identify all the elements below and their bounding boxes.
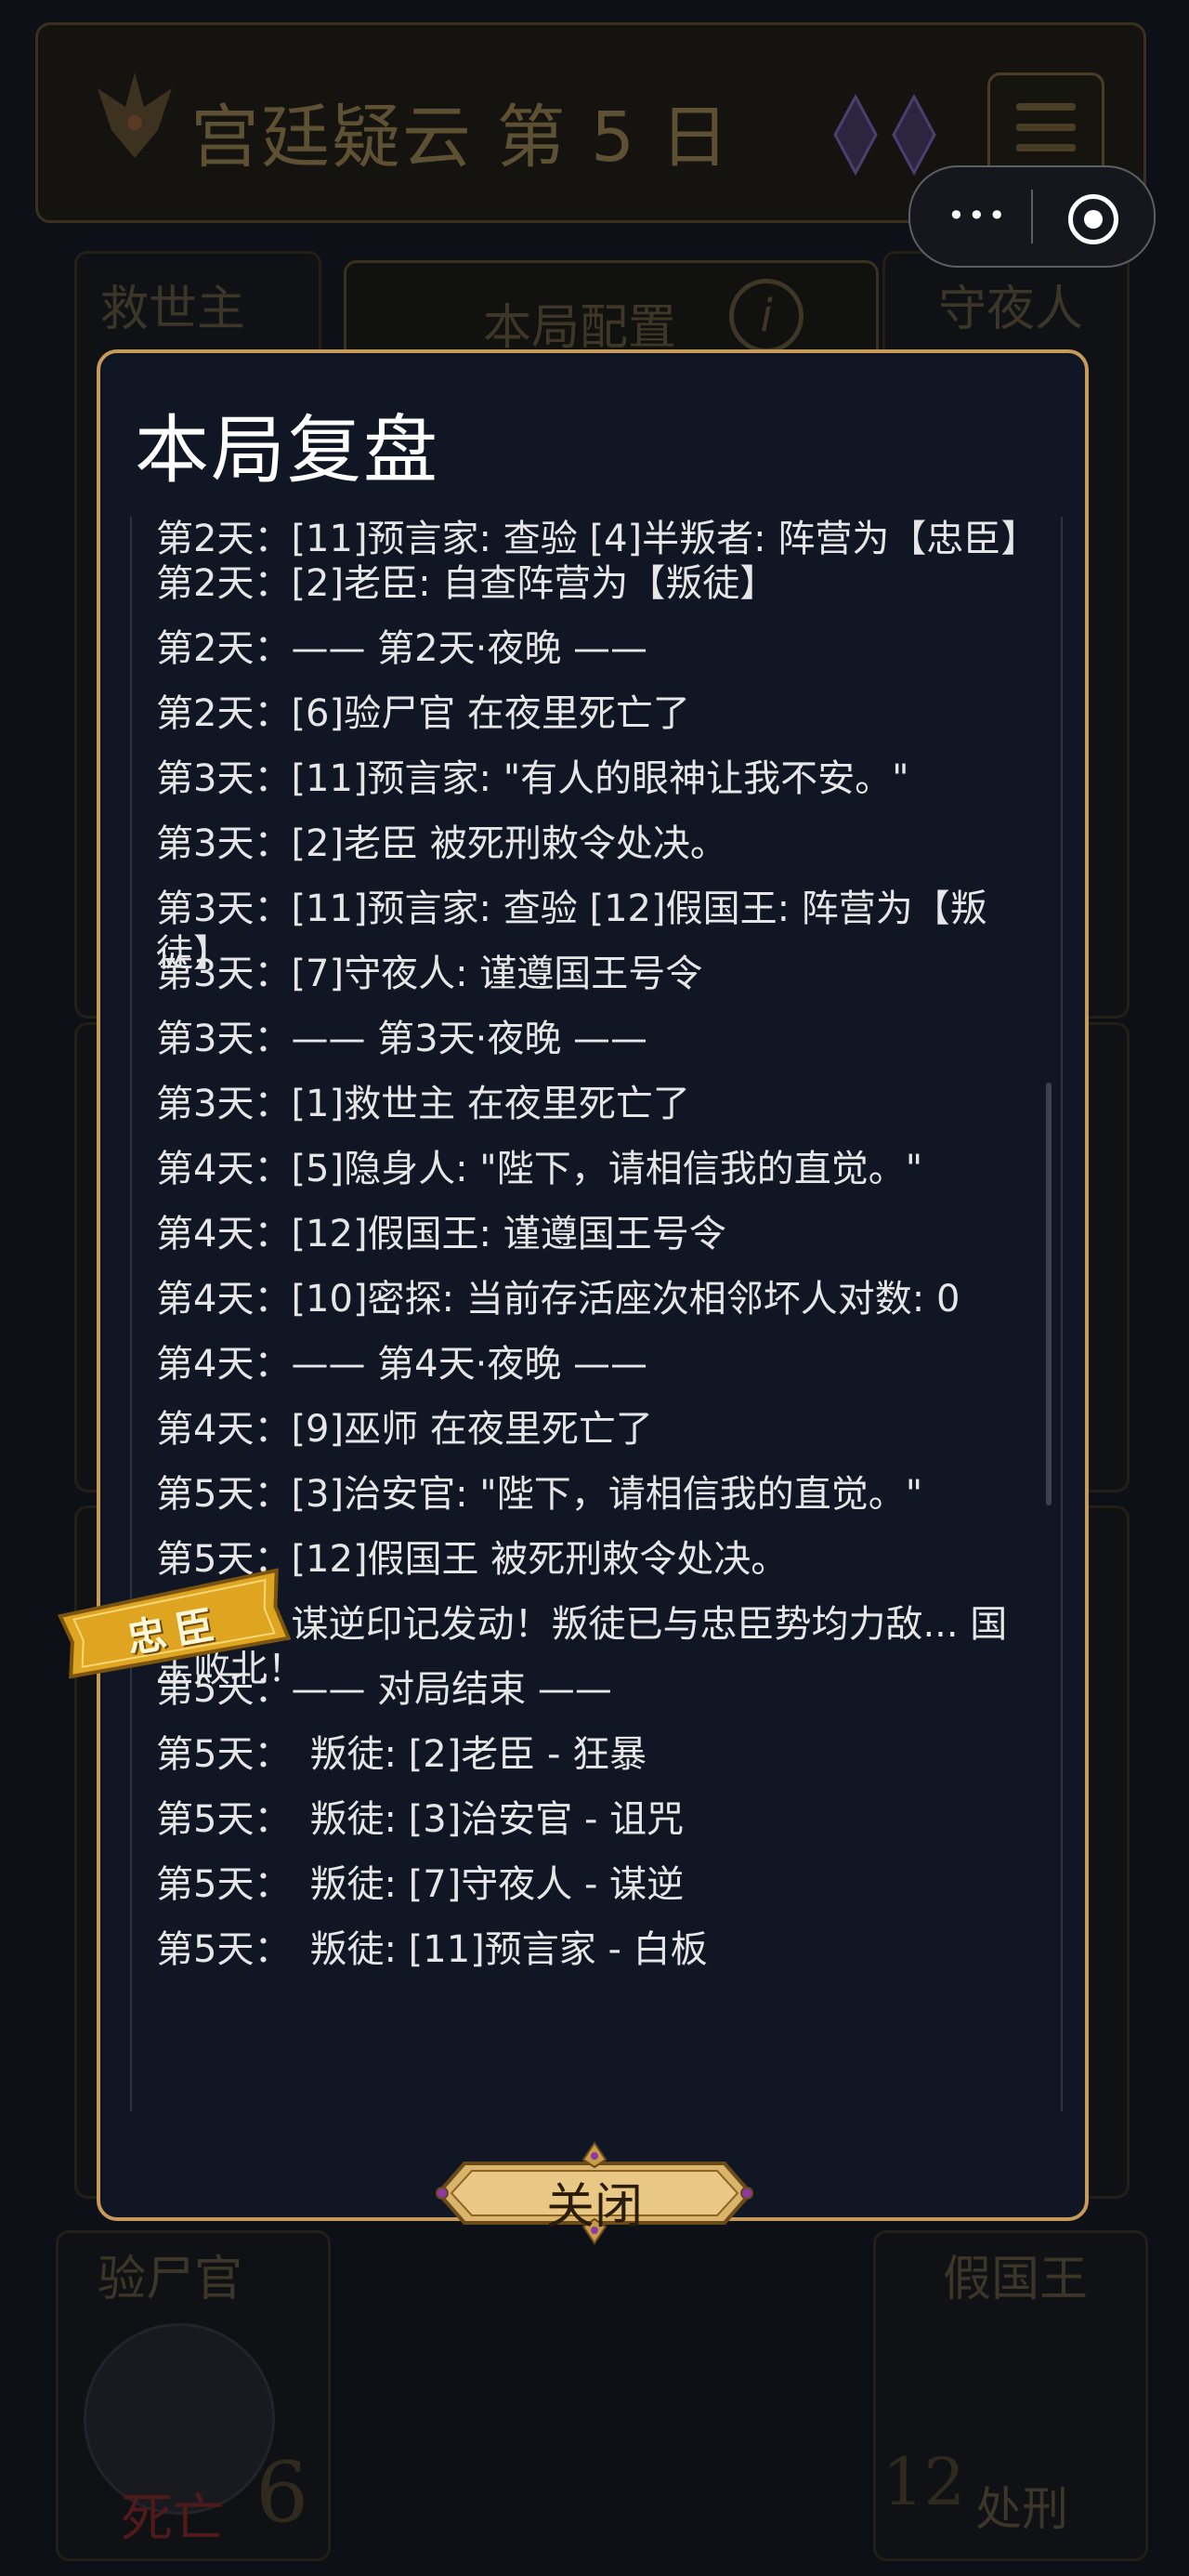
seat-label: 验尸官 [98, 2252, 243, 2307]
log-entry: 第2天：—— 第2天·夜晚 —— [156, 627, 648, 670]
trident-crest-icon [98, 72, 172, 158]
modal-title: 本局复盘 [135, 407, 439, 493]
config-label: 本局配置 [483, 300, 677, 356]
purple-gem-icon [833, 93, 878, 177]
log-entry: 第5天： 叛徒: [3]治安官 - 诅咒 [156, 1798, 685, 1841]
close-button-label: 关闭 [545, 2179, 643, 2235]
log-entry: 第2天：[2]老臣: 自查阵营为【叛徒】 [156, 562, 777, 605]
seat-number: 12 [882, 2444, 966, 2520]
log-entry: 第2天：[11]预言家: 查验 [4]半叛者: 阵营为【忠臣】 [156, 518, 1039, 560]
log-entry: 第5天： 叛徒: [7]守夜人 - 谋逆 [156, 1863, 685, 1906]
seat-number: 6 [255, 2444, 309, 2542]
capsule-divider [1031, 190, 1033, 243]
log-entry: 第4天：[10]密探: 当前存活座次相邻坏人对数: 0 [156, 1278, 960, 1321]
log-entry: 第3天：[1]救世主 在夜里死亡了 [156, 1083, 690, 1125]
status-dead-label: 死亡 [121, 2489, 225, 2549]
log-entry: 第3天：[11]预言家: "有人的眼神让我不安。" [156, 757, 909, 800]
log-entry: 第4天：[5]隐身人: "陛下，请相信我的直觉。" [156, 1148, 923, 1190]
log-entry: 第5天： 叛徒: [2]老臣 - 狂暴 [156, 1733, 647, 1776]
log-entry: 第4天：—— 第4天·夜晚 —— [156, 1343, 648, 1386]
log-entry: 第5天：—— 对局结束 —— [156, 1668, 612, 1711]
close-button[interactable]: 关闭 [420, 2139, 769, 2247]
gem-counter [831, 93, 944, 180]
game-log[interactable]: 第2天：[11]预言家: 查验 [4]半叛者: 阵营为【忠臣】 第2天：[2]老臣… [130, 517, 1063, 2111]
seat-label: 守夜人 [938, 282, 1084, 337]
log-entry: 第3天：[2]老臣 被死刑敕令处决。 [156, 822, 727, 865]
log-entry: 第2天：[6]验尸官 在夜里死亡了 [156, 692, 690, 735]
log-entry: 第5天：[3]治安官: "陛下，请相信我的直觉。" [156, 1473, 923, 1516]
log-entry: 第5天： 叛徒: [11]预言家 - 白板 [156, 1928, 708, 1971]
log-entry: 第4天：[9]巫师 在夜里死亡了 [156, 1408, 653, 1451]
log-entry: 第5天：[12]假国王 被死刑敕令处决。 [156, 1538, 789, 1581]
mini-program-capsule: ••• [908, 165, 1156, 268]
info-icon[interactable]: i [729, 279, 804, 353]
seat-label: 救世主 [100, 282, 246, 337]
seat-status: 处刑 [975, 2482, 1068, 2536]
game-title: 宫廷疑云 第 5 日 [190, 98, 731, 177]
log-scrollbar[interactable] [1046, 1083, 1052, 1505]
log-entry: 第3天：—— 第3天·夜晚 —— [156, 1018, 648, 1060]
log-entry: 第3天：[7]守夜人: 谨遵国王号令 [156, 953, 703, 995]
seat-label: 假国王 [943, 2252, 1089, 2307]
purple-gem-icon [892, 93, 936, 177]
target-circle-icon[interactable] [1068, 194, 1118, 244]
log-entry: 第4天：[12]假国王: 谨遵国王号令 [156, 1213, 726, 1255]
more-dots-icon[interactable]: ••• [947, 201, 1009, 230]
